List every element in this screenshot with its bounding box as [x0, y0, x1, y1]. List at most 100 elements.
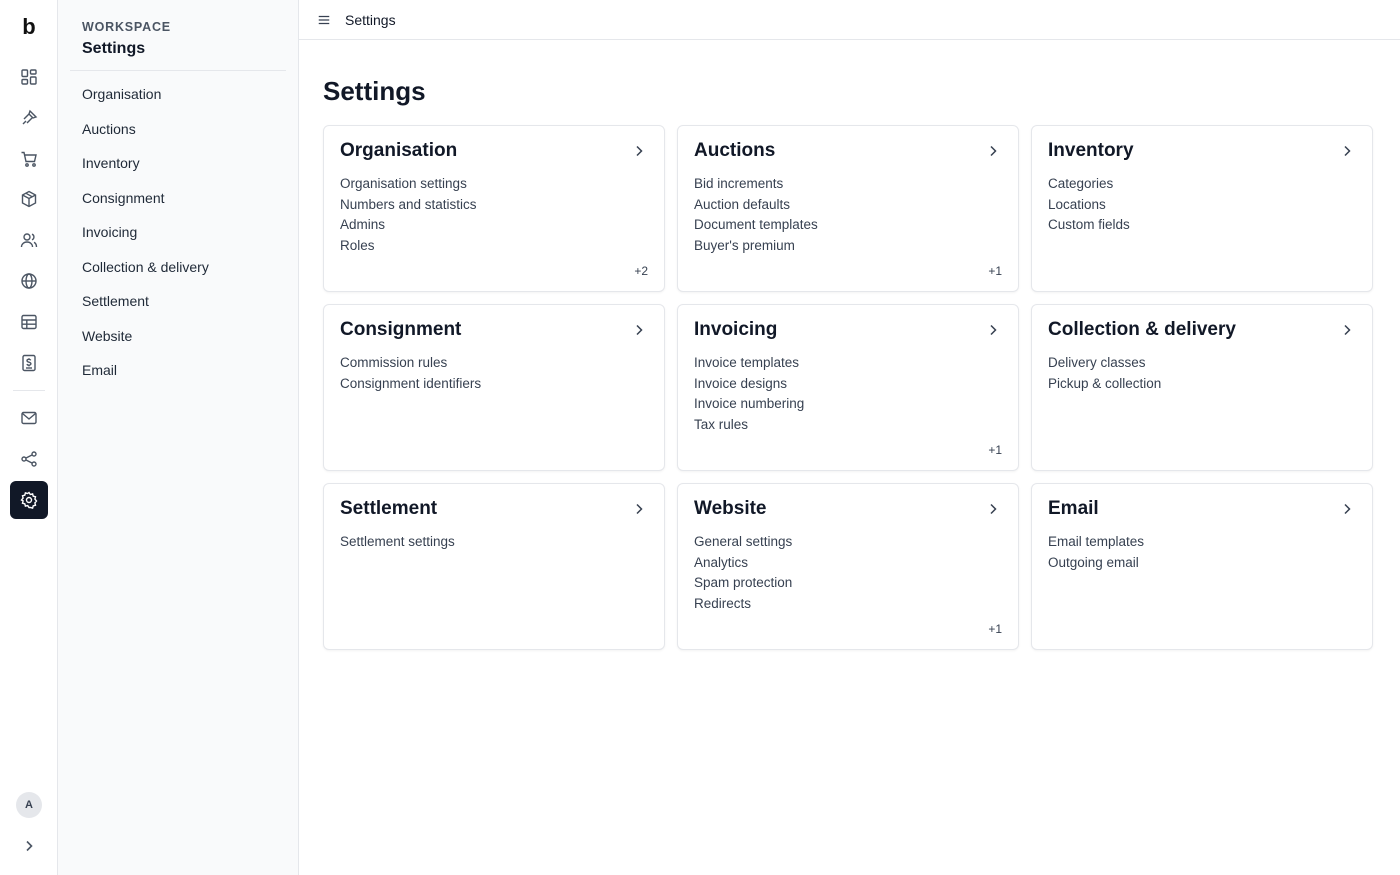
card-item[interactable]: Tax rules	[694, 416, 804, 437]
gavel-icon[interactable]	[10, 99, 48, 137]
breadcrumb-title: Settings	[345, 11, 396, 28]
invoice-icon[interactable]	[10, 344, 48, 382]
card-item[interactable]: Outgoing email	[1048, 554, 1144, 575]
card-title: Inventory	[1048, 140, 1134, 161]
more-count-badge: +1	[988, 622, 1002, 636]
subnav-item-auctions[interactable]: Auctions	[82, 121, 209, 156]
users-icon[interactable]	[10, 221, 48, 259]
subnav-item-settlement[interactable]: Settlement	[82, 293, 209, 328]
card-item[interactable]: Delivery classes	[1048, 354, 1161, 375]
card-item[interactable]: Buyer's premium	[694, 237, 818, 258]
settings-card-invoicing[interactable]: Invoicing Invoice templates Invoice design…	[677, 304, 1019, 471]
subnav-item-invoicing[interactable]: Invoicing	[82, 224, 209, 259]
dashboard-icon[interactable]	[10, 58, 48, 96]
chevron-right-icon	[632, 144, 646, 158]
card-item[interactable]: Invoice designs	[694, 375, 804, 396]
settings-card-collection-delivery[interactable]: Collection & delivery Delivery classes Pic…	[1031, 304, 1373, 471]
page-title: Settings	[323, 76, 426, 106]
card-item[interactable]: Commission rules	[340, 354, 481, 375]
globe-icon[interactable]	[10, 262, 48, 300]
card-item-list: Settlement settings	[340, 533, 455, 554]
card-item[interactable]: Bid increments	[694, 175, 818, 196]
app-logo[interactable]: b	[0, 14, 58, 40]
card-item[interactable]: Redirects	[694, 595, 792, 616]
table-icon[interactable]	[10, 303, 48, 341]
card-item-list: Email templates Outgoing email	[1048, 533, 1144, 574]
rail-divider	[13, 390, 45, 391]
card-item-list: Organisation settings Numbers and statist…	[340, 175, 477, 258]
card-item[interactable]: Consignment identifiers	[340, 375, 481, 396]
card-title: Auctions	[694, 140, 776, 161]
card-title: Consignment	[340, 319, 462, 340]
chevron-right-icon	[1340, 502, 1354, 516]
subnav-item-inventory[interactable]: Inventory	[82, 155, 209, 190]
subnav-item-consignment[interactable]: Consignment	[82, 190, 209, 225]
chevron-right-icon	[632, 323, 646, 337]
subnav-title: Settings	[82, 40, 146, 57]
card-item-list: Invoice templates Invoice designs Invoice …	[694, 354, 804, 437]
card-title: Website	[694, 498, 767, 519]
more-count-badge: +2	[634, 264, 648, 278]
card-item-list: General settings Analytics Spam protection…	[694, 533, 792, 616]
settings-card-email[interactable]: Email Email templates Outgoing email	[1031, 483, 1373, 650]
card-item[interactable]: Custom fields	[1048, 216, 1130, 237]
chevron-right-icon	[632, 502, 646, 516]
expand-chevron-icon[interactable]	[10, 827, 48, 865]
card-item[interactable]: Organisation settings	[340, 175, 477, 196]
settings-card-auctions[interactable]: Auctions Bid increments Auction defaults Do…	[677, 125, 1019, 292]
workspace-label: WORKSPACE	[82, 20, 171, 34]
more-count-badge: +1	[988, 443, 1002, 457]
settings-card-consignment[interactable]: Consignment Commission rules Consignment i…	[323, 304, 665, 471]
user-avatar[interactable]: A	[16, 792, 42, 818]
card-item-list: Delivery classes Pickup & collection	[1048, 354, 1161, 395]
card-item-list: Categories Locations Custom fields	[1048, 175, 1130, 237]
subnav-divider	[70, 70, 286, 71]
box-icon[interactable]	[10, 180, 48, 218]
card-item[interactable]: Pickup & collection	[1048, 375, 1161, 396]
subnav-list: Organisation Auctions Inventory Consignm…	[82, 86, 209, 397]
icon-rail: b A	[0, 0, 58, 875]
card-item[interactable]: Admins	[340, 216, 477, 237]
card-item[interactable]: General settings	[694, 533, 792, 554]
top-bar: Settings	[299, 0, 1400, 40]
card-item[interactable]: Analytics	[694, 554, 792, 575]
card-title: Organisation	[340, 140, 458, 161]
card-item-list: Bid increments Auction defaults Document t…	[694, 175, 818, 258]
settings-card-website[interactable]: Website General settings Analytics Spam pro…	[677, 483, 1019, 650]
more-count-badge: +1	[988, 264, 1002, 278]
card-item[interactable]: Document templates	[694, 216, 818, 237]
card-item[interactable]: Invoice templates	[694, 354, 804, 375]
mail-icon[interactable]	[10, 399, 48, 437]
chevron-right-icon	[1340, 323, 1354, 337]
card-item[interactable]: Categories	[1048, 175, 1130, 196]
chevron-right-icon	[986, 144, 1000, 158]
subnav-item-website[interactable]: Website	[82, 328, 209, 363]
chevron-right-icon	[986, 323, 1000, 337]
card-title: Invoicing	[694, 319, 778, 340]
card-title: Settlement	[340, 498, 438, 519]
subnav-item-collection-delivery[interactable]: Collection & delivery	[82, 259, 209, 294]
chevron-right-icon	[986, 502, 1000, 516]
card-title: Collection & delivery	[1048, 319, 1236, 340]
card-item[interactable]: Auction defaults	[694, 196, 818, 217]
subnav-item-organisation[interactable]: Organisation	[82, 86, 209, 121]
settings-card-inventory[interactable]: Inventory Categories Locations Custom field…	[1031, 125, 1373, 292]
subnav-item-email[interactable]: Email	[82, 362, 209, 397]
settings-subnav: WORKSPACE Settings Organisation Auctions…	[58, 0, 299, 875]
card-item[interactable]: Spam protection	[694, 574, 792, 595]
card-item-list: Commission rules Consignment identifiers	[340, 354, 481, 395]
card-title: Email	[1048, 498, 1099, 519]
card-item[interactable]: Email templates	[1048, 533, 1144, 554]
card-item[interactable]: Settlement settings	[340, 533, 455, 554]
settings-card-organisation[interactable]: Organisation Organisation settings Numbers…	[323, 125, 665, 292]
card-item[interactable]: Roles	[340, 237, 477, 258]
card-item[interactable]: Locations	[1048, 196, 1130, 217]
settings-card-settlement[interactable]: Settlement Settlement settings	[323, 483, 665, 650]
card-item[interactable]: Numbers and statistics	[340, 196, 477, 217]
menu-icon[interactable]	[317, 12, 333, 28]
cart-icon[interactable]	[10, 140, 48, 178]
share-icon[interactable]	[10, 440, 48, 478]
card-item[interactable]: Invoice numbering	[694, 395, 804, 416]
gear-icon[interactable]	[10, 481, 48, 519]
chevron-right-icon	[1340, 144, 1354, 158]
